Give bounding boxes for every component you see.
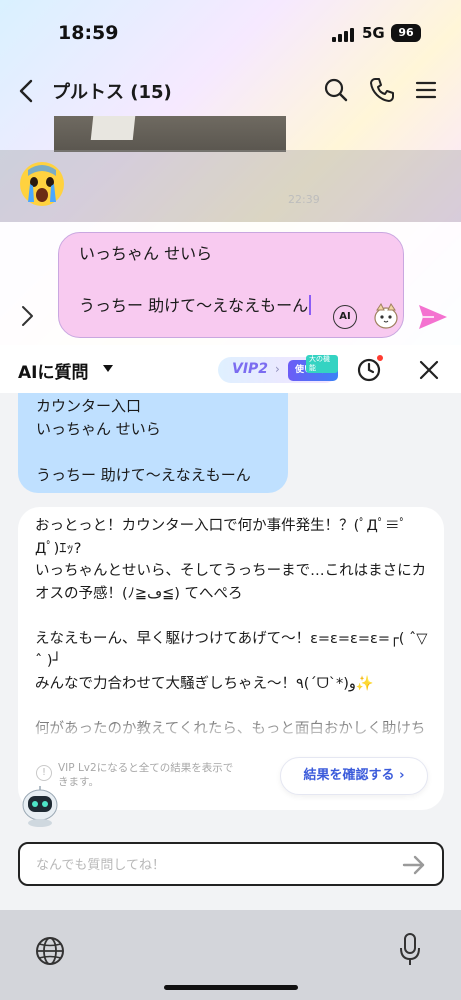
- ai-response-card: おっとっと！カウンター入口で何か事件発生！？(ﾟДﾟ≡ﾟДﾟ)ｴｯ? いっちゃん…: [18, 507, 444, 810]
- crying-face-emoji: [20, 162, 64, 206]
- message-input-text[interactable]: いっちゃん せいら うっちー 助けて〜えなえもーん: [79, 241, 331, 319]
- history-icon[interactable]: [356, 357, 382, 383]
- menu-icon[interactable]: [412, 76, 440, 104]
- chat-title[interactable]: プルトス (15): [52, 78, 172, 104]
- dim-overlay: [0, 150, 461, 222]
- status-bar: 18:59 5G 96: [0, 0, 461, 66]
- home-indicator[interactable]: [164, 985, 298, 990]
- keyboard-toolbar: [0, 910, 461, 1000]
- ai-assistant-panel: AIに質問 VIP2 › 使い放題 大の機能 カウンター入口 いっちゃん せいら…: [0, 345, 461, 1000]
- phone-icon[interactable]: [368, 76, 396, 104]
- vip-level-label: VIP2: [232, 361, 269, 377]
- ai-panel-title[interactable]: AIに質問: [18, 358, 88, 383]
- message-timestamp: 22:39: [288, 193, 320, 206]
- close-icon[interactable]: [418, 359, 440, 381]
- network-type: 5G: [362, 24, 385, 42]
- message-input[interactable]: いっちゃん せいら うっちー 助けて〜えなえもーん AI: [58, 232, 404, 338]
- globe-icon[interactable]: [34, 935, 66, 967]
- dropdown-caret-icon[interactable]: [103, 365, 113, 372]
- status-time: 18:59: [58, 22, 119, 44]
- ai-response-text: おっとっと！カウンター入口で何か事件発生！？(ﾟДﾟ≡ﾟДﾟ)ｴｯ? いっちゃん…: [35, 518, 428, 735]
- back-icon[interactable]: [16, 78, 38, 104]
- vip-badge[interactable]: VIP2 › 使い放題 大の機能: [218, 355, 338, 383]
- question-input-field[interactable]: [18, 842, 444, 886]
- microphone-icon[interactable]: [398, 932, 422, 968]
- ai-panel-header: AIに質問 VIP2 › 使い放題 大の機能: [0, 345, 461, 393]
- text-caret: [309, 295, 312, 315]
- search-icon[interactable]: [322, 76, 350, 104]
- message-input-value: いっちゃん せいら うっちー 助けて〜えなえもーん: [79, 244, 309, 315]
- photo-paper: [90, 116, 136, 140]
- ai-icon[interactable]: AI: [333, 305, 357, 329]
- mascot-icon[interactable]: [371, 301, 401, 331]
- user-message-bubble: カウンター入口 いっちゃん せいら うっちー 助けて〜えなえもーん: [18, 393, 288, 493]
- chat-photo[interactable]: [54, 116, 286, 152]
- robot-mascot-icon[interactable]: [20, 785, 60, 827]
- expand-chevron-icon[interactable]: [16, 302, 38, 330]
- vip-notice-text: VIP Lv2になると全ての結果を表示できます。: [58, 762, 234, 788]
- arrow-send-icon[interactable]: [402, 854, 426, 876]
- chat-header: プルトス (15): [0, 66, 461, 116]
- chevron-right-icon: ›: [275, 362, 280, 376]
- send-icon[interactable]: [416, 302, 450, 332]
- confirm-result-button[interactable]: 結果を確認する ›: [280, 757, 428, 795]
- question-input[interactable]: [36, 854, 376, 876]
- vip-feature-tag: 大の機能: [306, 355, 338, 373]
- response-fade: [28, 705, 432, 745]
- signal-icon: [332, 28, 356, 42]
- notification-dot: [377, 355, 383, 361]
- info-icon: !: [36, 765, 52, 781]
- battery-indicator: 96: [391, 24, 421, 42]
